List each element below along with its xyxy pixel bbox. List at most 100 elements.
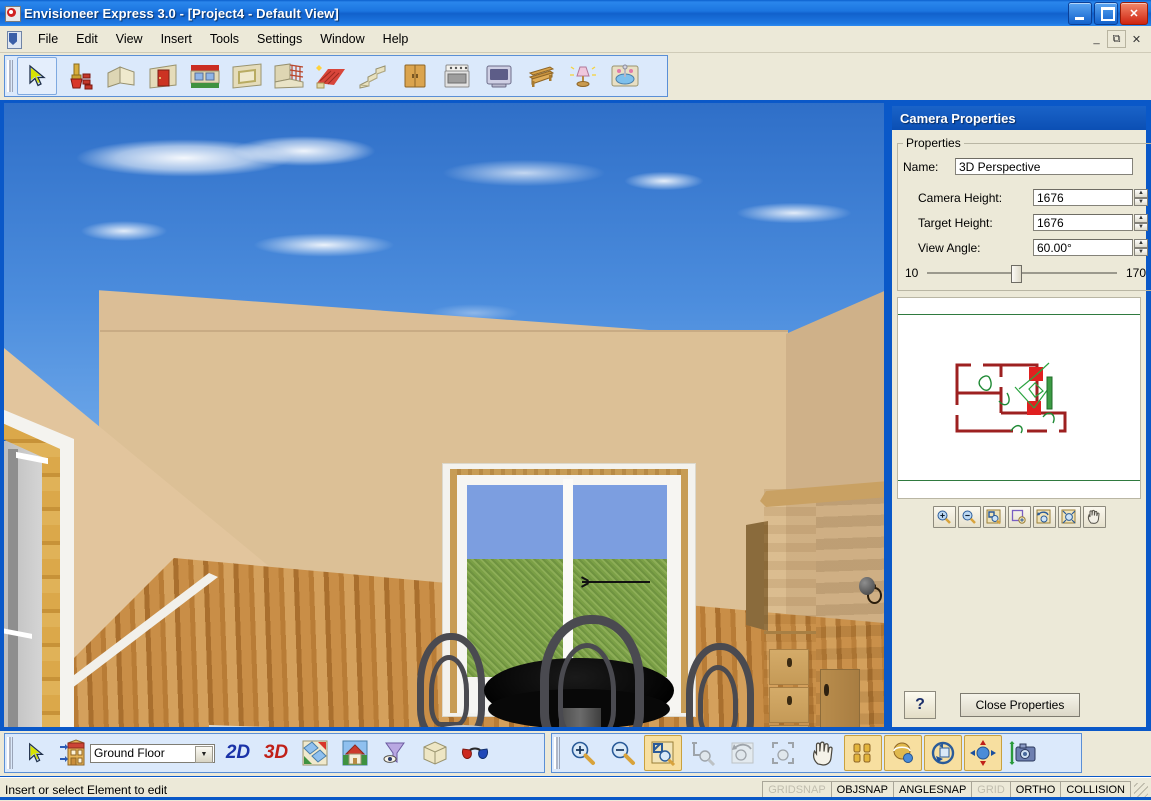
status-gridsnap[interactable]: GRIDSNAP [762, 781, 832, 798]
close-button[interactable]: ✕ [1120, 2, 1148, 25]
minimize-button[interactable] [1068, 2, 1092, 25]
cabinet-object[interactable] [746, 481, 884, 727]
stereo-view-button[interactable] [456, 735, 494, 771]
properties-group-label: Properties [906, 136, 961, 150]
orbit-button[interactable] [884, 735, 922, 771]
document-icon [5, 30, 23, 49]
close-properties-button[interactable]: Close Properties [960, 693, 1080, 717]
menu-settings[interactable]: Settings [248, 29, 311, 49]
cube-icon [422, 740, 448, 766]
app-icon [4, 5, 21, 22]
tile-views-button[interactable] [296, 735, 334, 771]
chair-front[interactable] [512, 615, 662, 727]
preview-zoom-window-button[interactable] [982, 506, 1006, 528]
zoom-extents-button[interactable] [684, 735, 722, 771]
view-2d-button[interactable]: 2D [220, 735, 256, 771]
view-filter-button[interactable] [376, 735, 414, 771]
elevation-view-button[interactable] [336, 735, 374, 771]
zoom-previous-button[interactable] [724, 735, 762, 771]
lamp-icon [568, 63, 598, 89]
preview-zoom-in-button[interactable] [932, 506, 956, 528]
view-angle-input[interactable]: 60.00° [1033, 239, 1133, 256]
target-height-spinner[interactable]: ▲ ▼ [1134, 214, 1148, 231]
status-grid[interactable]: GRID [971, 781, 1011, 798]
chevron-down-icon[interactable]: ▼ [195, 745, 213, 763]
preview-zoom-extents-button[interactable] [1007, 506, 1031, 528]
walk-through-button[interactable] [844, 735, 882, 771]
floorplan-preview[interactable] [897, 297, 1141, 499]
opening-tool[interactable] [227, 57, 267, 95]
material-paint-tool[interactable] [59, 57, 99, 95]
window-icon [190, 63, 220, 89]
resize-grip[interactable] [1134, 782, 1148, 797]
view-3d-button[interactable]: 3D [258, 735, 294, 771]
status-anglesnap[interactable]: ANGLESNAP [893, 781, 973, 798]
camera-name-input[interactable]: 3D Perspective [955, 158, 1133, 175]
appliance-tool[interactable] [437, 57, 477, 95]
electronics-tool[interactable] [479, 57, 519, 95]
preview-zoom-previous-button[interactable] [1032, 506, 1056, 528]
orbit-icon [890, 740, 916, 766]
bottom-select-tool[interactable] [17, 735, 55, 771]
view-angle-spinner[interactable]: ▲ ▼ [1134, 239, 1148, 256]
3d-viewport[interactable] [2, 101, 886, 729]
stairs-tool[interactable] [353, 57, 393, 95]
menu-edit[interactable]: Edit [67, 29, 107, 49]
floor-select[interactable]: Ground Floor ▼ [90, 743, 215, 763]
bottom-toolbar-drag-handle-right[interactable] [554, 737, 560, 769]
door-object[interactable] [4, 409, 78, 727]
select-tool[interactable] [17, 57, 57, 95]
preview-pan-button[interactable] [1082, 506, 1106, 528]
roof-tool[interactable] [311, 57, 351, 95]
rotate-view-button[interactable] [924, 735, 962, 771]
status-ortho[interactable]: ORTHO [1009, 781, 1062, 798]
camera-height-label: Camera Height: [918, 190, 1003, 205]
bottom-toolbar: Ground Floor ▼ 2D 3D [0, 731, 1151, 776]
menu-tools[interactable]: Tools [201, 29, 248, 49]
menu-help[interactable]: Help [374, 29, 418, 49]
door-tool[interactable] [143, 57, 183, 95]
deck-railing-tool[interactable] [269, 57, 309, 95]
target-height-input[interactable]: 1676 [1033, 214, 1133, 231]
zoom-out-button[interactable] [604, 735, 642, 771]
sink-icon [610, 63, 640, 89]
window-tool[interactable] [185, 57, 225, 95]
camera-button[interactable] [1004, 735, 1042, 771]
maximize-button[interactable] [1094, 2, 1118, 25]
preview-zoom-all-button[interactable] [1057, 506, 1081, 528]
bottom-toolbar-drag-handle-left[interactable] [7, 737, 13, 769]
slider-thumb[interactable] [1010, 265, 1022, 283]
status-objsnap[interactable]: OBJSNAP [830, 781, 895, 798]
floors-button[interactable] [57, 735, 89, 771]
lighting-tool[interactable] [563, 57, 603, 95]
help-button[interactable]: ? [904, 691, 936, 719]
wall-tool[interactable] [101, 57, 141, 95]
toolbar-drag-handle[interactable] [7, 60, 13, 92]
mdi-window-controls: _ ⧉ ✕ [1087, 30, 1146, 48]
camera-properties-panel: Camera Properties Properties Name: 3D Pe… [890, 104, 1151, 729]
bounding-box-button[interactable] [416, 735, 454, 771]
pan-button[interactable] [804, 735, 842, 771]
preview-zoom-out-button[interactable] [957, 506, 981, 528]
zoom-window-button[interactable] [644, 735, 682, 771]
furniture-tool[interactable] [521, 57, 561, 95]
menu-file[interactable]: File [29, 29, 67, 49]
panel-title: Camera Properties [892, 106, 1146, 130]
ceiling-line [100, 330, 788, 332]
cabinet-icon [402, 63, 428, 89]
camera-height-input[interactable]: 1676 [1033, 189, 1133, 206]
plumbing-tool[interactable] [605, 57, 645, 95]
mdi-minimize-button[interactable]: _ [1087, 30, 1106, 48]
move-camera-button[interactable] [964, 735, 1002, 771]
menu-insert[interactable]: Insert [152, 29, 201, 49]
menu-view[interactable]: View [107, 29, 152, 49]
menu-window[interactable]: Window [311, 29, 373, 49]
mdi-restore-button[interactable]: ⧉ [1107, 30, 1126, 48]
view-angle-slider[interactable]: 10 170 [905, 265, 1146, 283]
cabinet-tool[interactable] [395, 57, 435, 95]
zoom-in-button[interactable] [564, 735, 602, 771]
zoom-all-button[interactable] [764, 735, 802, 771]
camera-height-spinner[interactable]: ▲ ▼ [1134, 189, 1148, 206]
mdi-close-button[interactable]: ✕ [1127, 30, 1146, 48]
status-collision[interactable]: COLLISION [1060, 781, 1131, 798]
